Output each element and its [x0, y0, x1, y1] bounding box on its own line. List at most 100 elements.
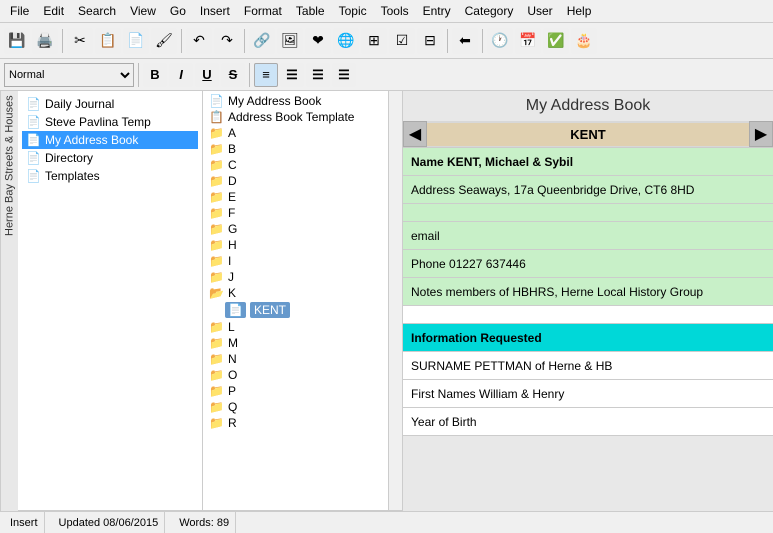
menu-help[interactable]: Help: [561, 2, 598, 20]
redo-button[interactable]: ↷: [214, 28, 240, 54]
align-left-button[interactable]: ≡: [254, 63, 278, 87]
separator5: [482, 29, 483, 53]
expand-button[interactable]: ⊟: [417, 28, 443, 54]
separator4: [447, 29, 448, 53]
field-notes: Notes members of HBHRS, Herne Local Hist…: [403, 278, 773, 306]
mid-item-kent[interactable]: 📄 KENT: [205, 301, 386, 319]
mid-item-o[interactable]: 📁 O: [205, 367, 386, 383]
folder-open-icon-k: 📂: [209, 286, 224, 300]
mid-item-m[interactable]: 📁 M: [205, 335, 386, 351]
tree-item-directory[interactable]: 📄 Directory: [22, 149, 198, 167]
mid-item-r[interactable]: 📁 R: [205, 415, 386, 431]
field-name: Name KENT, Michael & Sybil: [403, 148, 773, 176]
heart-button[interactable]: ❤: [305, 28, 331, 54]
back-button[interactable]: ⬅: [452, 28, 478, 54]
align-right-button[interactable]: ☰: [306, 63, 330, 87]
mid-item-p[interactable]: 📁 P: [205, 383, 386, 399]
menu-entry[interactable]: Entry: [417, 2, 457, 20]
mid-item-k[interactable]: 📂 K: [205, 285, 386, 301]
style-select[interactable]: Normal: [4, 63, 134, 87]
checkbox-button[interactable]: ☑: [389, 28, 415, 54]
field-empty1: [403, 204, 773, 222]
folder-icon-p: 📁: [209, 384, 224, 398]
doc-icon: 📄: [26, 133, 41, 147]
doc-icon-kent: 📄: [225, 302, 246, 318]
tree-item-steve-pavlina[interactable]: 📄 Steve Pavlina Temp: [22, 113, 198, 131]
doc-icon: 📄: [26, 97, 41, 111]
field-surname-text: SURNAME PETTMAN of Herne & HB: [403, 352, 773, 379]
folder-icon-i: 📁: [209, 254, 224, 268]
bold-button[interactable]: B: [143, 63, 167, 87]
field-firstnames: First Names William & Henry: [403, 380, 773, 408]
mid-item-a[interactable]: 📁 A: [205, 125, 386, 141]
print-button[interactable]: 🖨️: [32, 28, 58, 54]
link-button[interactable]: 🔗: [249, 28, 275, 54]
globe-button[interactable]: 🌐: [333, 28, 359, 54]
nav-right-arrow[interactable]: ▶: [749, 121, 773, 147]
calendar-button[interactable]: 📅: [515, 28, 541, 54]
mid-item-j[interactable]: 📁 J: [205, 269, 386, 285]
mid-scrollbar[interactable]: [388, 91, 402, 510]
align-center-button[interactable]: ☰: [280, 63, 304, 87]
mid-item-n[interactable]: 📁 N: [205, 351, 386, 367]
undo-button[interactable]: ↶: [186, 28, 212, 54]
mid-item-c[interactable]: 📁 C: [205, 157, 386, 173]
menu-view[interactable]: View: [124, 2, 162, 20]
tree-item-templates[interactable]: 📄 Templates: [22, 167, 198, 185]
justify-button[interactable]: ☰: [332, 63, 356, 87]
strikethrough-button[interactable]: S: [221, 63, 245, 87]
doc-icon: 📄: [26, 115, 41, 129]
tree-item-daily-journal[interactable]: 📄 Daily Journal: [22, 95, 198, 113]
menu-user[interactable]: User: [521, 2, 558, 20]
menu-topic[interactable]: Topic: [333, 2, 373, 20]
copy-button[interactable]: 📋: [95, 28, 121, 54]
cut-button[interactable]: ✂: [67, 28, 93, 54]
main-layout: Herne Bay Streets & Houses 📄 Daily Journ…: [0, 91, 773, 529]
nav-left-arrow[interactable]: ◀: [403, 121, 427, 147]
menu-format[interactable]: Format: [238, 2, 288, 20]
mid-item-e[interactable]: 📁 E: [205, 189, 386, 205]
mid-item-b[interactable]: 📁 B: [205, 141, 386, 157]
mid-item-my-address-book[interactable]: 📄 My Address Book: [205, 93, 386, 109]
right-panel: My Address Book ◀ KENT ▶ Name KENT, Mich…: [403, 91, 773, 529]
toolbar1: 💾 🖨️ ✂ 📋 📄 🖌 ↶ ↷ 🔗 🖼 ❤ 🌐 ⊞ ☑ ⊟ ⬅ 🕐 📅 ✅ 🎂: [0, 23, 773, 59]
mid-item-address-book-template[interactable]: 📋 Address Book Template: [205, 109, 386, 125]
save-button[interactable]: 💾: [4, 28, 30, 54]
menu-category[interactable]: Category: [459, 2, 520, 20]
menu-table[interactable]: Table: [290, 2, 331, 20]
folder-icon-c: 📁: [209, 158, 224, 172]
paste-button[interactable]: 📄: [123, 28, 149, 54]
mid-item-d[interactable]: 📁 D: [205, 173, 386, 189]
clock-button[interactable]: 🕐: [487, 28, 513, 54]
menu-file[interactable]: File: [4, 2, 35, 20]
tree-item-my-address-book[interactable]: 📄 My Address Book: [22, 131, 198, 149]
image-button[interactable]: 🖼: [277, 28, 303, 54]
menu-search[interactable]: Search: [72, 2, 122, 20]
format-paint-button[interactable]: 🖌: [151, 28, 177, 54]
birthday-button[interactable]: 🎂: [571, 28, 597, 54]
record-fields: Name KENT, Michael & Sybil Address Seawa…: [403, 148, 773, 529]
menu-insert[interactable]: Insert: [194, 2, 236, 20]
check2-button[interactable]: ✅: [543, 28, 569, 54]
mid-item-i[interactable]: 📁 I: [205, 253, 386, 269]
field-info-requested-text: Information Requested: [403, 324, 773, 351]
status-updated: Updated 08/06/2015: [53, 512, 166, 533]
mid-item-q[interactable]: 📁 Q: [205, 399, 386, 415]
menu-tools[interactable]: Tools: [375, 2, 415, 20]
folder-icon-h: 📁: [209, 238, 224, 252]
mid-item-g[interactable]: 📁 G: [205, 221, 386, 237]
menu-edit[interactable]: Edit: [37, 2, 70, 20]
underline-button[interactable]: U: [195, 63, 219, 87]
field-name-text: Name KENT, Michael & Sybil: [403, 148, 773, 175]
italic-button[interactable]: I: [169, 63, 193, 87]
mid-item-l[interactable]: 📁 L: [205, 319, 386, 335]
mid-tree: 📄 My Address Book 📋 Address Book Templat…: [203, 91, 388, 510]
vertical-tab[interactable]: Herne Bay Streets & Houses: [0, 91, 18, 529]
right-nav: ◀ KENT ▶: [403, 121, 773, 148]
separator2: [181, 29, 182, 53]
menu-go[interactable]: Go: [164, 2, 192, 20]
mid-item-h[interactable]: 📁 H: [205, 237, 386, 253]
separator7: [249, 63, 250, 87]
table-button[interactable]: ⊞: [361, 28, 387, 54]
mid-item-f[interactable]: 📁 F: [205, 205, 386, 221]
